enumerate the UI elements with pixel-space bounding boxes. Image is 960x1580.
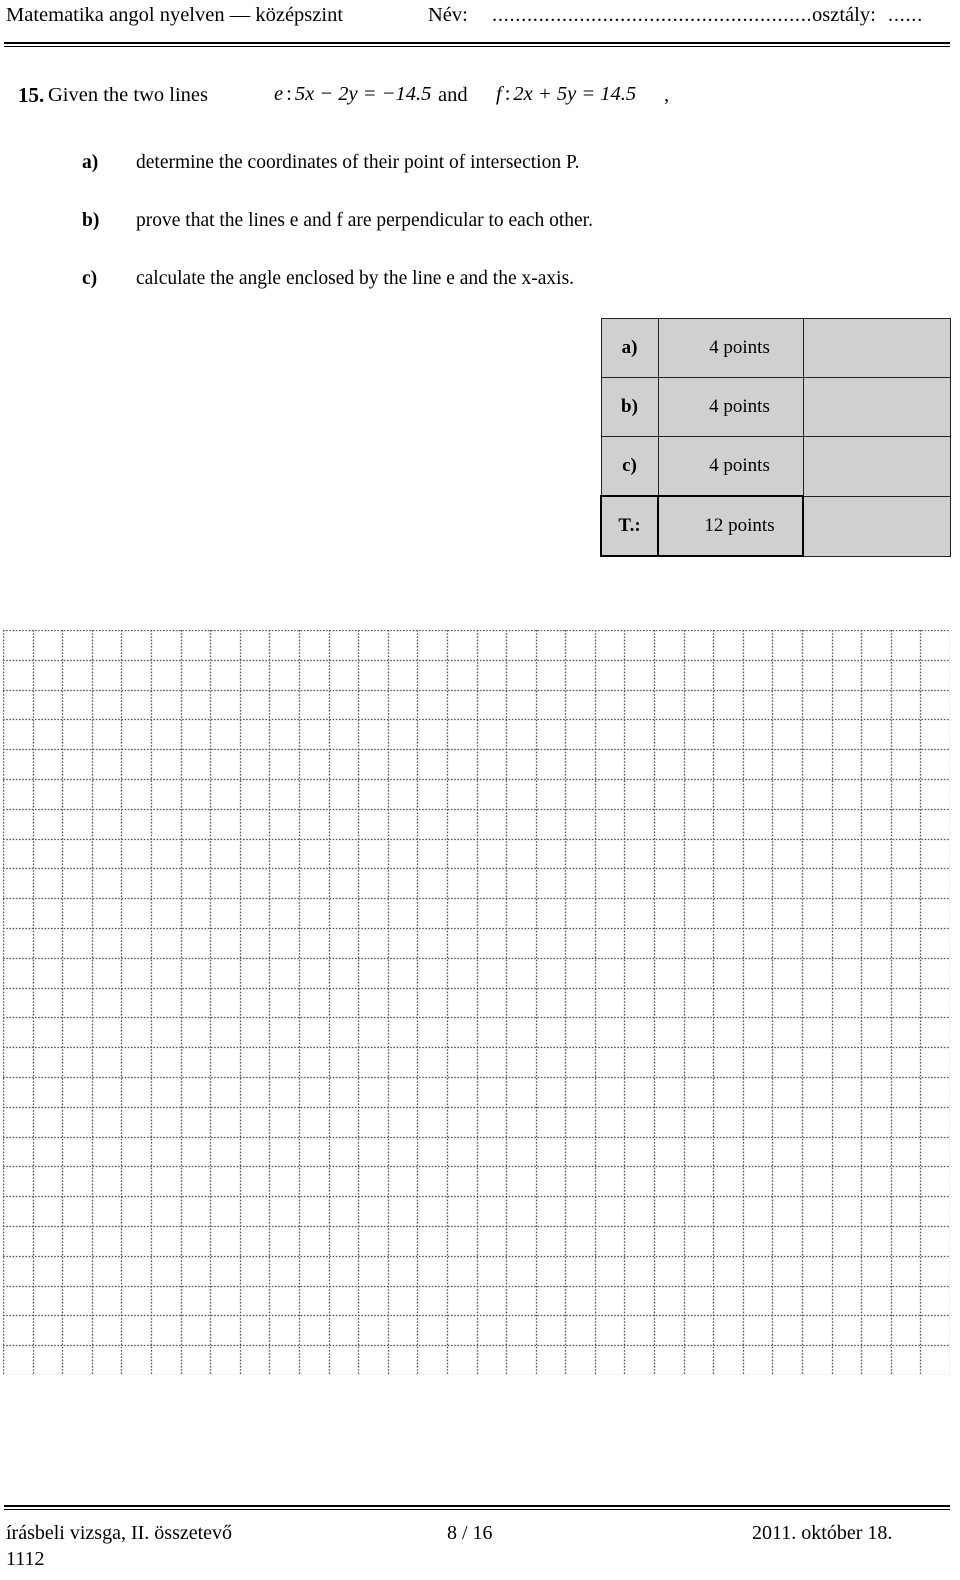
page-header: Matematika angol nyelven — középszint Né…: [0, 4, 960, 34]
footer-page-number: 8 / 16: [447, 1522, 493, 1544]
points-table: a) 4 points b) 4 points c) 4 points T.: …: [600, 318, 951, 557]
table-row: a) 4 points: [600, 318, 951, 378]
header-class-label: osztály:: [812, 4, 876, 26]
equation-conjunction: and: [438, 84, 468, 106]
exam-page: Matematika angol nyelven — középszint Né…: [0, 0, 960, 1580]
points-row-label: c): [600, 436, 659, 497]
header-class-blank: ......: [888, 4, 923, 26]
header-divider-rule: [4, 42, 950, 47]
problem-number: 15.: [18, 83, 45, 107]
points-row-value: 4 points: [657, 436, 804, 497]
points-row-label: a): [600, 318, 659, 378]
equation-f: f:2x + 5y = 14.5: [496, 83, 636, 106]
points-total-label: T.:: [600, 495, 659, 557]
points-row-score-blank[interactable]: [802, 436, 951, 497]
footer-exam-type: írásbeli vizsga, II. összetevő: [6, 1522, 233, 1544]
equation-trailing-comma: ,: [664, 84, 670, 106]
table-row: b) 4 points: [600, 377, 951, 437]
equation-e-colon: :: [286, 83, 292, 105]
footer-date: 2011. október 18.: [752, 1522, 893, 1544]
equation-f-body: 2x + 5y = 14.5: [513, 83, 637, 105]
points-row-value: 4 points: [657, 318, 804, 378]
equation-e-name: e: [274, 83, 284, 105]
points-row-score-blank[interactable]: [802, 318, 951, 378]
header-name-blank: ........................................…: [492, 4, 810, 26]
subpart-label-a: a): [82, 152, 99, 173]
header-name-label: Név:: [428, 4, 468, 26]
subpart-text-b: prove that the lines e and f are perpend…: [136, 210, 593, 231]
table-row-total: T.: 12 points: [600, 495, 951, 557]
points-row-label: b): [600, 377, 659, 437]
equation-e-body: 5x − 2y = −14.5: [294, 83, 432, 105]
answer-grid[interactable]: [3, 630, 950, 1375]
header-subject: Matematika angol nyelven — középszint: [6, 4, 344, 26]
footer-divider-rule: [4, 1505, 950, 1510]
subpart-text-a: determine the coordinates of their point…: [136, 152, 580, 173]
points-total-value: 12 points: [657, 495, 804, 557]
subpart-label-b: b): [82, 210, 100, 231]
subpart-text-c: calculate the angle enclosed by the line…: [136, 268, 575, 289]
points-row-score-blank[interactable]: [802, 377, 951, 437]
equation-e: e:5x − 2y = −14.5: [274, 83, 431, 106]
table-row: c) 4 points: [600, 436, 951, 497]
subpart-label-c: c): [82, 268, 98, 289]
equation-f-name: f: [496, 83, 502, 105]
equation-f-colon: :: [504, 83, 511, 105]
points-total-score-blank[interactable]: [802, 495, 951, 557]
problem-lead-text: Given the two lines: [48, 84, 208, 106]
footer-exam-code: 1112: [6, 1548, 45, 1570]
answer-grid-lines: [3, 630, 950, 1375]
points-row-value: 4 points: [657, 377, 804, 437]
